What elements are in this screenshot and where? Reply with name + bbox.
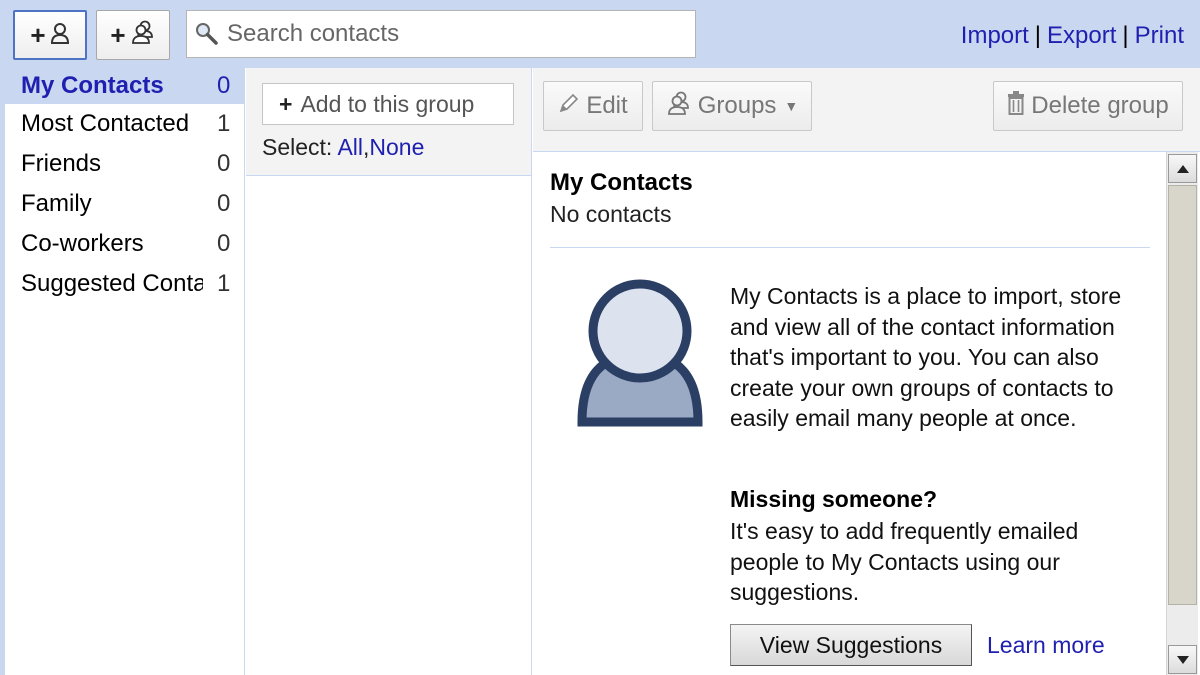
chevron-down-icon: ▼ — [784, 98, 799, 114]
contact-count-text: No contacts — [550, 201, 672, 227]
people-icon — [666, 91, 698, 122]
search-icon — [187, 21, 227, 47]
scrollbar-thumb[interactable] — [1168, 185, 1197, 605]
plus-label: + — [30, 19, 46, 50]
missing-heading: Missing someone? — [730, 486, 938, 512]
person-icon — [50, 20, 70, 51]
group-count: 0 — [217, 230, 231, 257]
add-to-group-button[interactable]: + Add to this group — [262, 83, 514, 125]
detail-toolbar: Edit Groups ▼ Delete group — [533, 68, 1200, 152]
link-separator: | — [1034, 22, 1042, 49]
link-separator: | — [1122, 22, 1129, 49]
group-count: 0 — [217, 72, 231, 99]
group-name: Friends — [21, 150, 102, 177]
group-count: 0 — [217, 190, 231, 217]
scroll-up-arrow-icon[interactable] — [1168, 154, 1197, 183]
select-row: Select: All,None — [262, 134, 424, 161]
contact-list-panel: + Add to this group Select: All,None — [246, 68, 532, 675]
add-contact-button[interactable]: + — [13, 10, 87, 60]
edit-button[interactable]: Edit — [543, 81, 643, 131]
person-avatar-icon — [577, 276, 703, 433]
group-name: Co-workers — [21, 230, 144, 257]
import-link[interactable]: Import — [961, 22, 1029, 50]
group-item-my-contacts[interactable]: My Contacts 0 — [5, 68, 244, 104]
view-suggestions-button[interactable]: View Suggestions — [730, 624, 972, 666]
page-title: My Contacts — [550, 169, 693, 196]
group-name: Family — [21, 190, 92, 217]
group-item-family[interactable]: Family 0 — [5, 184, 244, 224]
plus-label: + — [110, 19, 126, 50]
select-label: Select: — [262, 134, 333, 160]
learn-more-link[interactable]: Learn more — [987, 632, 1105, 659]
contact-list-header: + Add to this group Select: All,None — [246, 68, 531, 176]
add-group-button[interactable]: + — [96, 10, 170, 60]
top-toolbar: + + Import | Export | Print — [0, 0, 1200, 68]
top-links: Import | Export | Print — [961, 22, 1184, 50]
print-link[interactable]: Print — [1135, 22, 1184, 50]
group-item-friends[interactable]: Friends 0 — [5, 144, 244, 184]
delete-group-button[interactable]: Delete group — [993, 81, 1183, 131]
select-all-link[interactable]: All — [337, 134, 363, 160]
groups-label: Groups — [697, 92, 777, 119]
detail-panel: Edit Groups ▼ Delete group My Contacts N… — [533, 68, 1200, 675]
pencil-icon — [558, 92, 586, 121]
group-name: Suggested Contacts — [21, 270, 203, 297]
vertical-scrollbar[interactable] — [1166, 152, 1198, 675]
search-input[interactable] — [227, 20, 687, 48]
groups-dropdown-button[interactable]: Groups ▼ — [652, 81, 812, 131]
groups-sidebar: My Contacts 0 Most Contacted 1 Friends 0… — [5, 68, 245, 675]
group-item-suggested-contacts[interactable]: Suggested Contacts 1 — [5, 264, 244, 304]
scroll-down-arrow-icon[interactable] — [1168, 645, 1197, 674]
edit-label: Edit — [586, 92, 628, 119]
delete-group-label: Delete group — [1031, 92, 1169, 119]
divider — [550, 247, 1150, 248]
detail-content: My Contacts No contacts My Contacts is a… — [533, 152, 1163, 675]
plus-label: + — [279, 90, 293, 117]
description-text: My Contacts is a place to import, store … — [730, 283, 1122, 431]
export-link[interactable]: Export — [1047, 22, 1116, 50]
missing-text: It's easy to add frequently emailed peop… — [730, 518, 1079, 605]
add-to-group-label: Add to this group — [300, 90, 475, 117]
group-count: 1 — [217, 270, 231, 297]
group-item-co-workers[interactable]: Co-workers 0 — [5, 224, 244, 264]
search-box[interactable] — [186, 10, 696, 58]
group-name: My Contacts — [21, 72, 164, 99]
trash-icon — [1007, 90, 1031, 122]
people-icon — [130, 20, 156, 51]
group-count: 0 — [217, 150, 231, 177]
group-item-most-contacted[interactable]: Most Contacted 1 — [5, 104, 244, 144]
group-count: 1 — [217, 110, 231, 137]
group-name: Most Contacted — [21, 110, 190, 137]
select-none-link[interactable]: None — [369, 134, 424, 160]
